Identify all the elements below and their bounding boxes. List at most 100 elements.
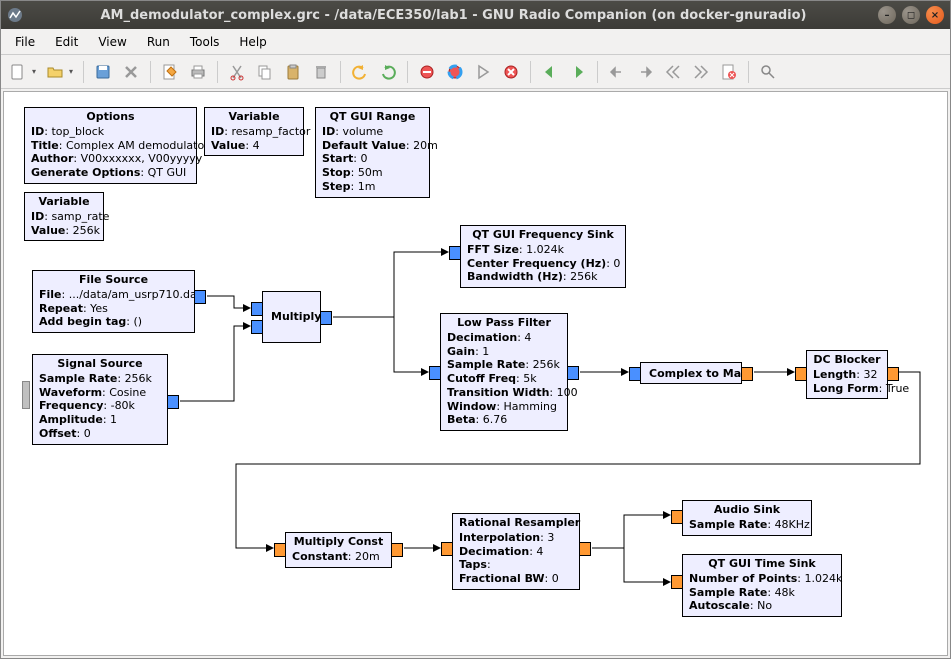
separator: [150, 61, 151, 83]
app-window: AM_demodulator_complex.grc - /data/ECE35…: [0, 0, 951, 659]
port-in[interactable]: [629, 367, 641, 381]
block-multiply-const[interactable]: Multiply Const Constant: 20m: [285, 532, 392, 568]
close-file-button[interactable]: [118, 59, 144, 85]
app-icon: [7, 7, 23, 23]
find-button[interactable]: [755, 59, 781, 85]
errors-button[interactable]: [716, 59, 742, 85]
save-button[interactable]: [90, 59, 116, 85]
block-title: QT GUI Time Sink: [683, 555, 841, 571]
separator: [530, 61, 531, 83]
block-dc-blocker[interactable]: DC Blocker Length: 32 Long Form: True: [806, 350, 888, 399]
menu-help[interactable]: Help: [231, 32, 274, 52]
print-button[interactable]: [185, 59, 211, 85]
port-in[interactable]: [795, 367, 807, 381]
forward-button[interactable]: [565, 59, 591, 85]
back-button[interactable]: [537, 59, 563, 85]
separator: [407, 61, 408, 83]
execute-button[interactable]: [470, 59, 496, 85]
flowgraph-canvas[interactable]: Options ID: top_block Title: Complex AM …: [3, 91, 948, 656]
kill-button[interactable]: [498, 59, 524, 85]
port-in[interactable]: [429, 366, 441, 380]
separator: [217, 61, 218, 83]
minimize-button[interactable]: –: [878, 6, 896, 24]
disable-button[interactable]: [414, 59, 440, 85]
block-title: QT GUI Frequency Sink: [461, 226, 625, 242]
undo-button[interactable]: [347, 59, 373, 85]
block-title: Signal Source: [33, 355, 167, 371]
menu-tools[interactable]: Tools: [182, 32, 228, 52]
block-multiply[interactable]: Multiply: [262, 291, 321, 343]
menu-file[interactable]: File: [7, 32, 43, 52]
open-button[interactable]: [42, 59, 68, 85]
port-out[interactable]: [741, 367, 753, 381]
block-title: Rational Resampler: [453, 514, 579, 530]
block-props: ID: top_block Title: Complex AM demodula…: [25, 124, 196, 183]
block-title: QT GUI Range: [316, 108, 429, 124]
block-low-pass-filter[interactable]: Low Pass Filter Decimation: 4 Gain: 1 Sa…: [440, 313, 568, 431]
menu-view[interactable]: View: [90, 32, 134, 52]
edit-button[interactable]: [157, 59, 183, 85]
maximize-button[interactable]: ◻: [902, 6, 920, 24]
selection-handle[interactable]: [22, 381, 30, 409]
rotate-right-button[interactable]: [632, 59, 658, 85]
port-in-0[interactable]: [251, 302, 263, 316]
block-title: Multiply: [263, 292, 320, 328]
block-title: Multiply Const: [286, 533, 391, 549]
titlebar: AM_demodulator_complex.grc - /data/ECE35…: [1, 1, 950, 29]
port-out[interactable]: [567, 366, 579, 380]
block-rational-resampler[interactable]: Rational Resampler Interpolation: 3 Deci…: [452, 513, 580, 590]
block-variable-samp-rate[interactable]: Variable ID: samp_rate Value: 256k: [24, 192, 104, 241]
block-variable-resamp[interactable]: Variable ID: resamp_factor Value: 4: [204, 107, 304, 156]
cut-button[interactable]: [224, 59, 250, 85]
rotate-left-button[interactable]: [604, 59, 630, 85]
block-audio-sink[interactable]: Audio Sink Sample Rate: 48KHz: [682, 500, 812, 536]
block-qt-gui-range[interactable]: QT GUI Range ID: volume Default Value: 2…: [315, 107, 430, 198]
block-options[interactable]: Options ID: top_block Title: Complex AM …: [24, 107, 197, 184]
dropdown-icon[interactable]: ▾: [30, 67, 38, 76]
block-complex-to-mag[interactable]: Complex to Mag: [640, 362, 742, 384]
step-forward-button[interactable]: [688, 59, 714, 85]
port-in[interactable]: [671, 510, 683, 524]
block-qt-frequency-sink[interactable]: QT GUI Frequency Sink FFT Size: 1.024k C…: [460, 225, 626, 288]
toolbar: ▾ ▾: [1, 55, 950, 89]
window-buttons: – ◻ ×: [878, 6, 944, 24]
canvas-wrapper: Options ID: top_block Title: Complex AM …: [1, 89, 950, 658]
separator: [597, 61, 598, 83]
port-in[interactable]: [274, 543, 286, 557]
paste-button[interactable]: [280, 59, 306, 85]
block-title: Options: [25, 108, 196, 124]
port-in[interactable]: [441, 542, 453, 556]
port-out[interactable]: [391, 543, 403, 557]
port-in-1[interactable]: [251, 320, 263, 334]
block-title: Complex to Mag: [641, 363, 741, 385]
menubar: File Edit View Run Tools Help: [1, 29, 950, 55]
port-out[interactable]: [194, 290, 206, 304]
block-title: Low Pass Filter: [441, 314, 567, 330]
delete-button[interactable]: [308, 59, 334, 85]
block-file-source[interactable]: File Source File: .../data/am_usrp710.da…: [32, 270, 195, 333]
window-title: AM_demodulator_complex.grc - /data/ECE35…: [29, 8, 878, 23]
bypass-button[interactable]: [442, 59, 468, 85]
copy-button[interactable]: [252, 59, 278, 85]
new-button[interactable]: [5, 59, 31, 85]
block-title: Audio Sink: [683, 501, 811, 517]
port-in[interactable]: [671, 575, 683, 589]
step-back-button[interactable]: [660, 59, 686, 85]
redo-button[interactable]: [375, 59, 401, 85]
port-out[interactable]: [579, 542, 591, 556]
separator: [748, 61, 749, 83]
separator: [83, 61, 84, 83]
menu-run[interactable]: Run: [139, 32, 178, 52]
menu-edit[interactable]: Edit: [47, 32, 86, 52]
port-out[interactable]: [320, 311, 332, 325]
block-title: Variable: [205, 108, 303, 124]
close-button[interactable]: ×: [926, 6, 944, 24]
port-in[interactable]: [449, 246, 461, 260]
port-out[interactable]: [167, 395, 179, 409]
block-signal-source[interactable]: Signal Source Sample Rate: 256k Waveform…: [32, 354, 168, 445]
dropdown-icon[interactable]: ▾: [67, 67, 75, 76]
port-out[interactable]: [887, 367, 899, 381]
block-qt-time-sink[interactable]: QT GUI Time Sink Number of Points: 1.024…: [682, 554, 842, 617]
block-title: DC Blocker: [807, 351, 887, 367]
separator: [340, 61, 341, 83]
